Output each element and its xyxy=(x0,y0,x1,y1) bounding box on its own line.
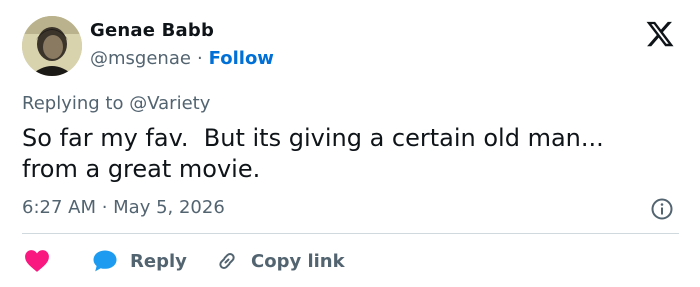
tweet-text: So far my fav. But its giving a certain … xyxy=(22,124,604,183)
author-name[interactable]: Genae Babb xyxy=(90,20,214,41)
follow-link[interactable]: Follow xyxy=(209,48,274,69)
avatar[interactable] xyxy=(22,16,82,76)
info-icon[interactable] xyxy=(650,197,674,221)
like-button[interactable] xyxy=(24,248,50,274)
reply-context: Replying to @Variety xyxy=(22,93,210,114)
timestamp[interactable]: 6:27 AM · May 5, 2026 xyxy=(22,197,225,218)
divider xyxy=(22,233,679,234)
reply-button[interactable]: Reply xyxy=(92,248,187,274)
link-icon xyxy=(219,253,235,269)
avatar-photo xyxy=(22,16,82,76)
reply-label: Reply xyxy=(130,250,187,272)
separator-dot: · xyxy=(196,48,203,69)
copy-link-button[interactable]: Copy link xyxy=(215,248,345,274)
heart-icon xyxy=(25,250,49,272)
author-handle[interactable]: @msgenae xyxy=(90,48,191,69)
author-handle-line: @msgenae · Follow xyxy=(90,48,274,69)
speech-bubble-icon xyxy=(93,250,117,272)
copy-link-label: Copy link xyxy=(251,250,345,272)
reply-context-prefix: Replying to xyxy=(22,93,124,114)
reply-context-mention[interactable]: @Variety xyxy=(129,93,210,114)
x-logo-icon[interactable] xyxy=(645,19,675,49)
